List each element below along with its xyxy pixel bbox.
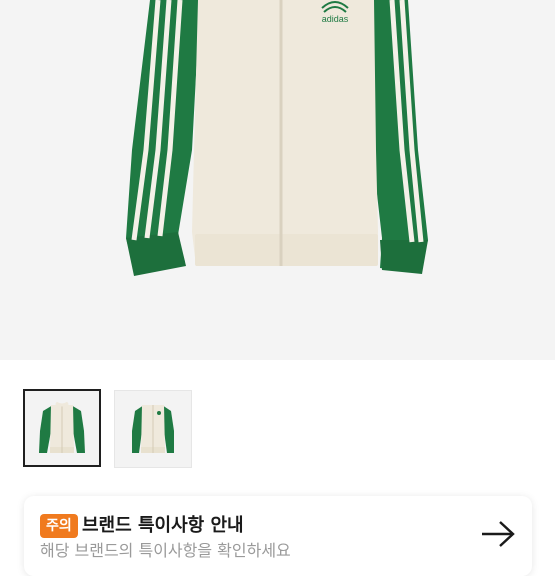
jacket-illustration: adidas: [126, 0, 428, 276]
thumbnail-1[interactable]: [23, 389, 101, 467]
notice-title: 브랜드 특이사항 안내: [82, 515, 244, 536]
thumbnail-2-image: [132, 405, 174, 453]
brand-notice-card[interactable]: 주의 브랜드 특이사항 안내 해당 브랜드의 특이사항을 확인하세요: [24, 496, 532, 576]
arrow-right-icon[interactable]: [480, 520, 516, 548]
product-main-image[interactable]: adidas: [0, 0, 555, 360]
thumbnail-1-image: [39, 401, 85, 453]
thumbnail-2[interactable]: [114, 390, 192, 468]
caution-badge: 주의: [40, 514, 78, 538]
logo-text: adidas: [322, 14, 349, 24]
notice-subtitle: 해당 브랜드의 특이사항을 확인하세요: [40, 541, 291, 560]
